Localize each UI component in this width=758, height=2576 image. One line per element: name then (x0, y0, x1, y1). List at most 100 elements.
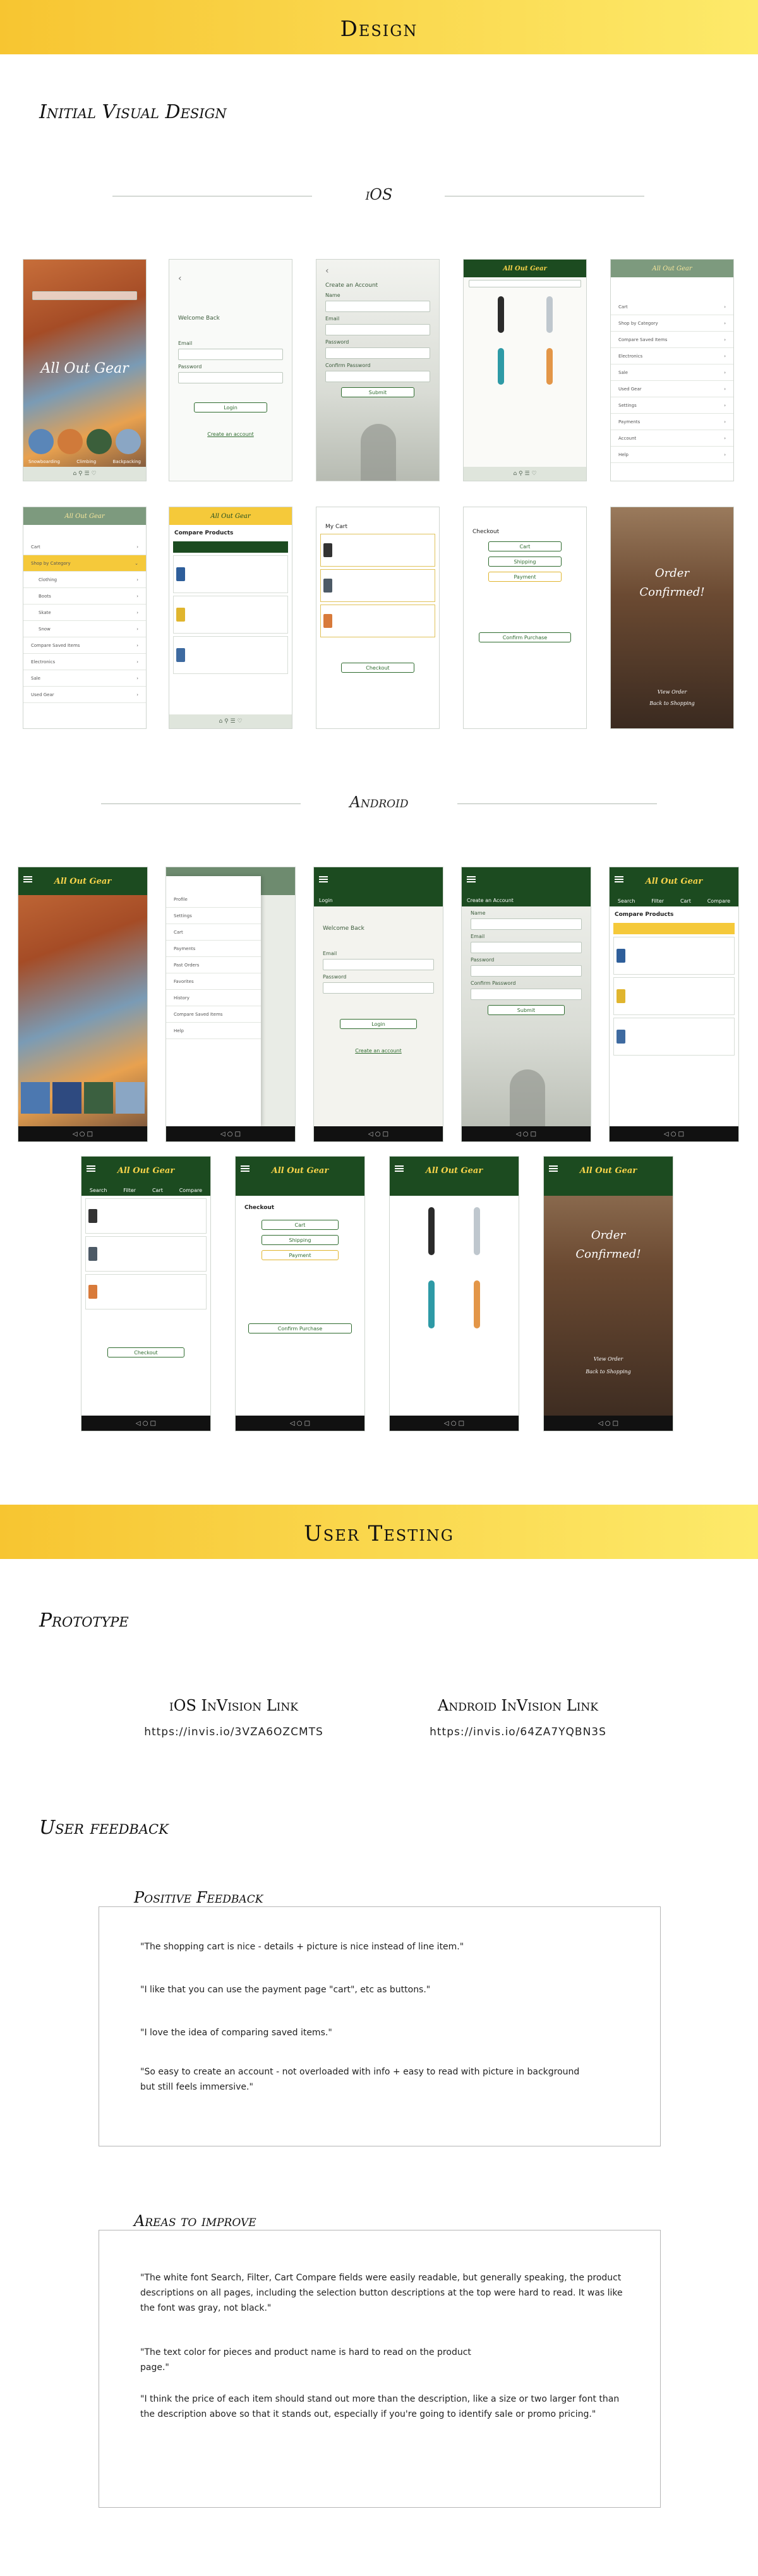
ios-link-url[interactable]: https://invis.io/3VZA6OZCMTS (126, 1726, 341, 1738)
android-nav-bar[interactable]: ◁ ○ □ (610, 1126, 738, 1141)
create-account-link[interactable]: Create an account (314, 1048, 443, 1054)
menu-item[interactable]: Used Gear › (23, 687, 146, 703)
cart-item[interactable] (85, 1274, 207, 1309)
android-nav-bar[interactable]: ◁ ○ □ (314, 1126, 443, 1141)
drawer-item[interactable]: Compare Saved Items (166, 1006, 261, 1023)
tab-bar[interactable]: Search Filter Cart Compare (610, 895, 738, 906)
menu-icon[interactable] (395, 1165, 404, 1172)
cart-item[interactable] (320, 534, 435, 567)
drawer-item[interactable]: Cart (166, 924, 261, 941)
menu-icon[interactable] (23, 876, 32, 882)
email-field[interactable] (471, 942, 582, 953)
menu-icon[interactable] (241, 1165, 250, 1172)
search-field[interactable] (469, 280, 581, 287)
drawer-item[interactable]: Favorites (166, 973, 261, 990)
view-order-link[interactable]: View Order (544, 1356, 673, 1362)
cat-label[interactable]: Backpacking (113, 459, 141, 464)
cart-step-button[interactable]: Cart (488, 541, 562, 551)
menu-item[interactable]: Settings › (611, 397, 733, 414)
confirm-password-field[interactable] (471, 989, 582, 1000)
android-nav-bar[interactable]: ◁ ○ □ (236, 1416, 364, 1431)
menu-item[interactable]: Payments › (611, 414, 733, 430)
login-button[interactable]: Login (193, 402, 268, 412)
payment-step-button[interactable]: Payment (488, 572, 562, 582)
ios-tab-bar[interactable]: ⌂ ⚲ ☰ ♡ (169, 714, 292, 728)
drawer-item[interactable]: Help (166, 1023, 261, 1039)
cart-item[interactable] (85, 1198, 207, 1234)
cat-label[interactable]: Climbing (76, 459, 96, 464)
confirm-password-field[interactable] (325, 371, 430, 382)
tab-bar[interactable]: Search Filter Cart Compare (81, 1184, 210, 1196)
menu-icon[interactable] (87, 1165, 95, 1172)
tab-cart[interactable]: Cart (680, 898, 691, 904)
menu-item[interactable]: Boots › (23, 588, 146, 605)
email-field[interactable] (178, 349, 283, 360)
android-nav-bar[interactable]: ◁ ○ □ (81, 1416, 210, 1431)
menu-item[interactable]: Electronics › (23, 654, 146, 670)
android-nav-bar[interactable]: ◁ ○ □ (18, 1126, 147, 1141)
cart-item[interactable] (85, 1236, 207, 1272)
android-nav-bar[interactable]: ◁ ○ □ (462, 1126, 591, 1141)
password-field[interactable] (178, 372, 283, 383)
android-nav-bar[interactable]: ◁ ○ □ (390, 1416, 519, 1431)
cat-label[interactable]: Snowboarding (28, 459, 60, 464)
drawer-item[interactable]: History (166, 990, 261, 1006)
checkout-button[interactable]: Checkout (107, 1347, 185, 1357)
drawer-item[interactable]: Profile (166, 891, 261, 908)
menu-item[interactable]: Cart › (23, 539, 146, 555)
email-field[interactable] (325, 324, 430, 335)
name-field[interactable] (471, 918, 582, 930)
tab-compare[interactable]: Compare (707, 898, 730, 904)
checkout-button[interactable]: Checkout (340, 663, 415, 673)
drawer-item[interactable]: Past Orders (166, 957, 261, 973)
menu-item[interactable]: Used Gear › (611, 381, 733, 397)
menu-icon[interactable] (319, 876, 328, 882)
back-to-shopping-link[interactable]: Back to Shopping (611, 701, 733, 706)
password-field[interactable] (323, 982, 434, 994)
drawer-item[interactable]: Payments (166, 941, 261, 957)
password-field[interactable] (471, 965, 582, 977)
ios-tab-bar[interactable]: ⌂ ⚲ ☰ ♡ (464, 467, 586, 481)
menu-item[interactable]: Sale › (611, 364, 733, 381)
back-to-shopping-link[interactable]: Back to Shopping (544, 1369, 673, 1375)
menu-item[interactable]: Electronics › (611, 348, 733, 364)
email-field[interactable] (323, 959, 434, 970)
menu-item[interactable]: Sale › (23, 670, 146, 687)
drawer-item[interactable]: Settings (166, 908, 261, 924)
menu-item[interactable]: Snow › (23, 621, 146, 637)
tab-search[interactable]: Search (618, 898, 635, 904)
create-account-link[interactable]: Create an account (169, 431, 292, 437)
android-nav-bar[interactable]: ◁ ○ □ (166, 1126, 295, 1141)
menu-item[interactable]: Help › (611, 447, 733, 463)
android-link-url[interactable]: https://invis.io/64ZA7YQBN3S (411, 1726, 625, 1738)
menu-item[interactable]: Shop by Category › (611, 315, 733, 332)
android-nav-bar[interactable]: ◁ ○ □ (544, 1416, 673, 1431)
menu-item[interactable]: Account › (611, 430, 733, 447)
menu-item[interactable]: Compare Saved Items › (611, 332, 733, 348)
menu-item-active[interactable]: Shop by Category ⌄ (23, 555, 146, 572)
menu-item[interactable]: Skate › (23, 605, 146, 621)
cart-item[interactable] (320, 569, 435, 602)
login-button[interactable]: Login (339, 1019, 418, 1029)
submit-button[interactable]: Submit (487, 1005, 565, 1015)
menu-item[interactable]: Clothing › (23, 572, 146, 588)
cart-step-button[interactable]: Cart (261, 1220, 339, 1230)
tab-filter[interactable]: Filter (651, 898, 664, 904)
ios-search-field[interactable] (32, 291, 137, 300)
menu-icon[interactable] (467, 876, 476, 882)
password-field[interactable] (325, 347, 430, 359)
name-field[interactable] (325, 301, 430, 312)
confirm-purchase-button[interactable]: Confirm Purchase (248, 1323, 352, 1333)
submit-button[interactable]: Submit (340, 387, 415, 397)
menu-icon[interactable] (549, 1165, 558, 1172)
view-order-link[interactable]: View Order (611, 689, 733, 695)
ios-tab-bar[interactable]: ⌂ ⚲ ☰ ♡ (23, 467, 146, 481)
payment-step-button[interactable]: Payment (261, 1250, 339, 1260)
shipping-step-button[interactable]: Shipping (488, 557, 562, 567)
shipping-step-button[interactable]: Shipping (261, 1235, 339, 1245)
confirm-purchase-button[interactable]: Confirm Purchase (479, 632, 571, 642)
menu-item[interactable]: Cart › (611, 299, 733, 315)
menu-item[interactable]: Compare Saved Items › (23, 637, 146, 654)
menu-icon[interactable] (615, 876, 623, 882)
cart-item[interactable] (320, 605, 435, 637)
